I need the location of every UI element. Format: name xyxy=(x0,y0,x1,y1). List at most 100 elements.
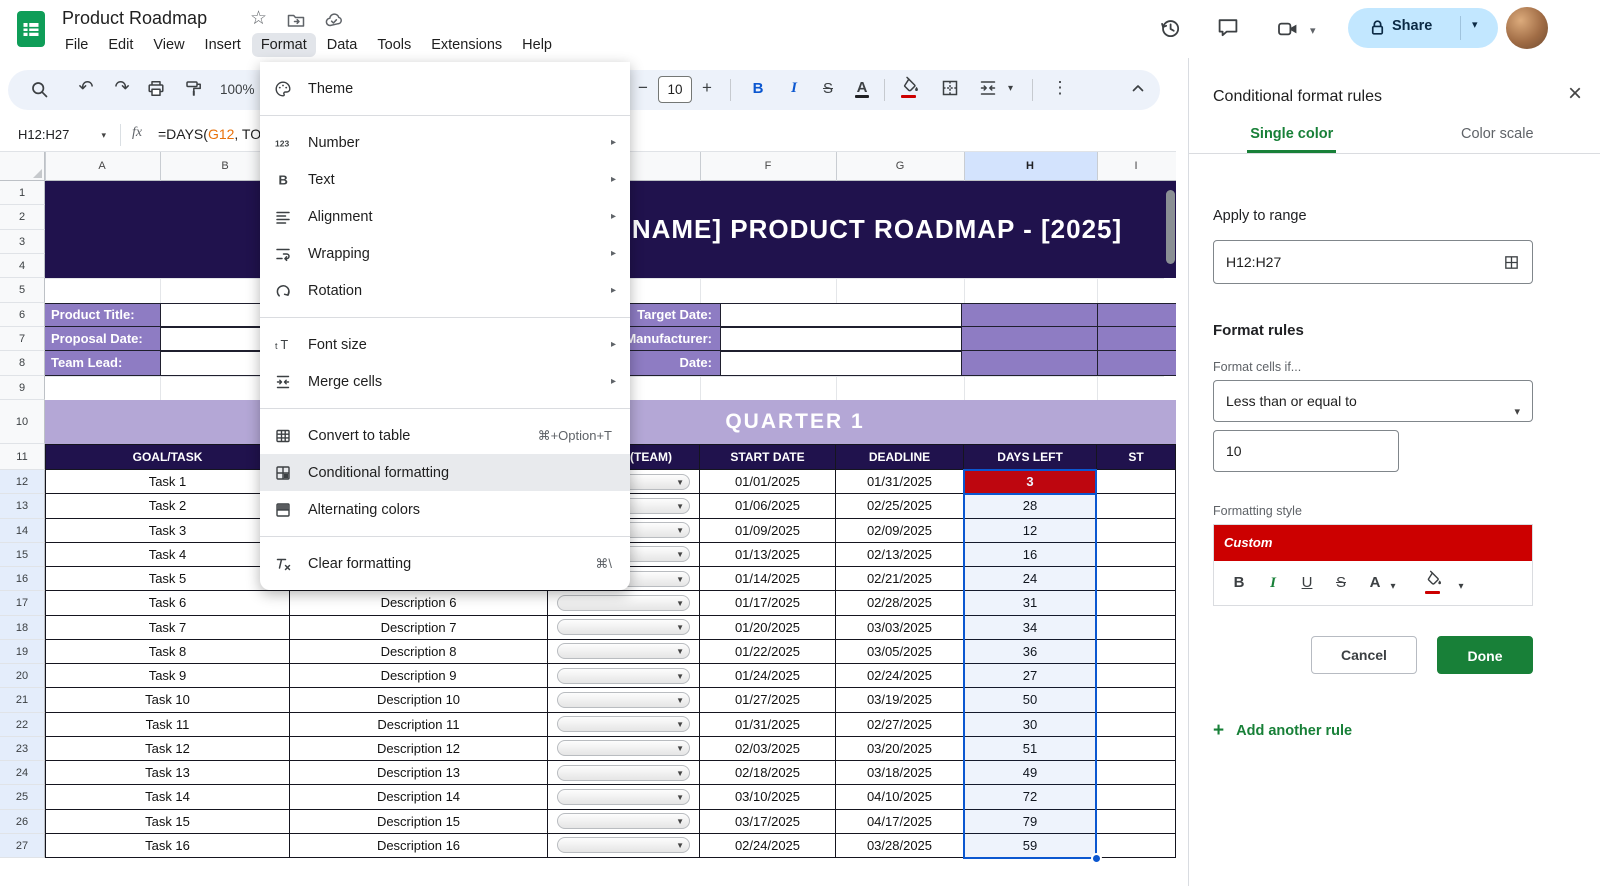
row-header-24[interactable]: 24 xyxy=(0,761,45,786)
row-header-15[interactable]: 15 xyxy=(0,542,45,567)
status-cell[interactable] xyxy=(1097,591,1176,616)
underline-icon[interactable]: U xyxy=(1296,572,1318,594)
format-menu-item-merge-cells[interactable]: Merge cells ▸ xyxy=(260,363,630,400)
team-dropdown[interactable]: ▼ xyxy=(557,716,690,733)
team-cell[interactable]: ▼ xyxy=(548,615,700,640)
name-box-caret-icon[interactable]: ▾ xyxy=(101,122,106,148)
paint-format-icon[interactable] xyxy=(184,79,208,103)
team-dropdown[interactable]: ▼ xyxy=(557,837,690,854)
row-header-21[interactable]: 21 xyxy=(0,688,45,713)
description-cell[interactable]: Description 15 xyxy=(290,809,548,834)
strikethrough-icon[interactable]: S xyxy=(816,80,840,104)
format-menu-item-convert-to-table[interactable]: Convert to table ⌘+Option+T xyxy=(260,417,630,454)
deadline-cell[interactable]: 03/05/2025 xyxy=(836,639,964,664)
status-cell[interactable] xyxy=(1097,664,1176,689)
status-cell[interactable] xyxy=(1097,639,1176,664)
table-header-goal-task[interactable]: GOAL/TASK xyxy=(45,444,290,470)
vertical-scrollbar[interactable] xyxy=(1166,190,1175,264)
video-call-caret-icon[interactable]: ▾ xyxy=(1310,21,1316,41)
tab-color-scale[interactable]: Color scale xyxy=(1395,118,1600,153)
redo-icon[interactable]: ↷ xyxy=(110,77,134,101)
share-button[interactable]: Share ▾ xyxy=(1348,8,1498,48)
row-header-18[interactable]: 18 xyxy=(0,615,45,640)
status-cell[interactable] xyxy=(1097,785,1176,810)
description-cell[interactable]: Description 12 xyxy=(290,736,548,761)
menu-edit[interactable]: Edit xyxy=(99,33,142,57)
borders-icon[interactable] xyxy=(940,78,964,102)
menu-tools[interactable]: Tools xyxy=(368,33,420,57)
start-date-cell[interactable]: 03/17/2025 xyxy=(700,809,836,834)
task-cell[interactable]: Task 5 xyxy=(45,567,290,592)
share-menu-caret-icon[interactable]: ▾ xyxy=(1472,18,1478,31)
days-left-cell[interactable]: 31 xyxy=(964,591,1097,616)
task-cell[interactable]: Task 6 xyxy=(45,591,290,616)
task-cell[interactable]: Task 12 xyxy=(45,736,290,761)
row-header-10[interactable]: 10 xyxy=(0,400,45,444)
row-header-4[interactable]: 4 xyxy=(0,253,45,279)
row-header-22[interactable]: 22 xyxy=(0,712,45,737)
comment-icon[interactable] xyxy=(1216,16,1240,40)
status-cell[interactable] xyxy=(1097,567,1176,592)
team-dropdown[interactable]: ▼ xyxy=(557,594,690,611)
format-menu-item-text[interactable]: B Text ▸ xyxy=(260,161,630,198)
start-date-cell[interactable]: 01/24/2025 xyxy=(700,664,836,689)
deadline-cell[interactable]: 02/09/2025 xyxy=(836,518,964,543)
row-header-17[interactable]: 17 xyxy=(0,591,45,616)
description-cell[interactable]: Description 9 xyxy=(290,664,548,689)
status-cell[interactable] xyxy=(1097,615,1176,640)
italic-icon[interactable]: I xyxy=(782,80,806,104)
row-header-8[interactable]: 8 xyxy=(0,351,45,376)
days-left-cell[interactable]: 28 xyxy=(964,494,1097,519)
task-cell[interactable]: Task 16 xyxy=(45,833,290,858)
condition-select[interactable]: Less than or equal to ▾ xyxy=(1213,380,1533,422)
zoom-control[interactable]: 100% xyxy=(220,82,255,97)
description-cell[interactable]: Description 10 xyxy=(290,688,548,713)
start-date-cell[interactable]: 02/03/2025 xyxy=(700,736,836,761)
team-dropdown[interactable]: ▼ xyxy=(557,691,690,708)
days-left-cell[interactable]: 79 xyxy=(964,809,1097,834)
start-date-cell[interactable]: 01/06/2025 xyxy=(700,494,836,519)
deadline-cell[interactable]: 03/20/2025 xyxy=(836,736,964,761)
status-cell[interactable] xyxy=(1097,542,1176,567)
team-cell[interactable]: ▼ xyxy=(548,712,700,737)
status-cell[interactable] xyxy=(1097,518,1176,543)
start-date-cell[interactable]: 01/20/2025 xyxy=(700,615,836,640)
status-cell[interactable] xyxy=(1097,809,1176,834)
row-header-11[interactable]: 11 xyxy=(0,444,45,470)
close-icon[interactable]: × xyxy=(1568,82,1582,106)
row-header-14[interactable]: 14 xyxy=(0,518,45,543)
menu-view[interactable]: View xyxy=(144,33,193,57)
row-header-27[interactable]: 27 xyxy=(0,833,45,858)
team-cell[interactable]: ▼ xyxy=(548,809,700,834)
collapse-toolbar-icon[interactable] xyxy=(1128,78,1152,102)
format-menu-item-clear-formatting[interactable]: Clear formatting ⌘\ xyxy=(260,545,630,582)
start-date-cell[interactable]: 03/10/2025 xyxy=(700,785,836,810)
star-icon[interactable]: ☆ xyxy=(250,9,267,29)
start-date-cell[interactable]: 01/14/2025 xyxy=(700,567,836,592)
merge-caret-icon[interactable]: ▾ xyxy=(1008,83,1013,94)
start-date-cell[interactable]: 02/24/2025 xyxy=(700,833,836,858)
menu-file[interactable]: File xyxy=(56,33,97,57)
print-icon[interactable] xyxy=(146,79,170,103)
days-left-cell[interactable]: 36 xyxy=(964,639,1097,664)
row-header-6[interactable]: 6 xyxy=(0,302,45,327)
merge-cells-icon[interactable] xyxy=(978,78,1002,102)
row-header-1[interactable]: 1 xyxy=(0,181,45,206)
task-cell[interactable]: Task 4 xyxy=(45,542,290,567)
deadline-cell[interactable]: 02/24/2025 xyxy=(836,664,964,689)
days-left-cell[interactable]: 16 xyxy=(964,542,1097,567)
description-cell[interactable]: Description 8 xyxy=(290,639,548,664)
menu-data[interactable]: Data xyxy=(318,33,367,57)
col-header-I[interactable]: I xyxy=(1121,152,1151,181)
start-date-cell[interactable]: 01/27/2025 xyxy=(700,688,836,713)
description-cell[interactable]: Description 6 xyxy=(290,591,548,616)
days-left-cell[interactable]: 12 xyxy=(964,518,1097,543)
team-dropdown[interactable]: ▼ xyxy=(557,619,690,636)
start-date-cell[interactable]: 01/01/2025 xyxy=(700,470,836,495)
task-cell[interactable]: Task 14 xyxy=(45,785,290,810)
team-cell[interactable]: ▼ xyxy=(548,761,700,786)
team-cell[interactable]: ▼ xyxy=(548,591,700,616)
format-menu-item-alignment[interactable]: Alignment ▸ xyxy=(260,198,630,235)
days-left-cell[interactable]: 59 xyxy=(964,833,1097,858)
task-cell[interactable]: Task 1 xyxy=(45,470,290,495)
